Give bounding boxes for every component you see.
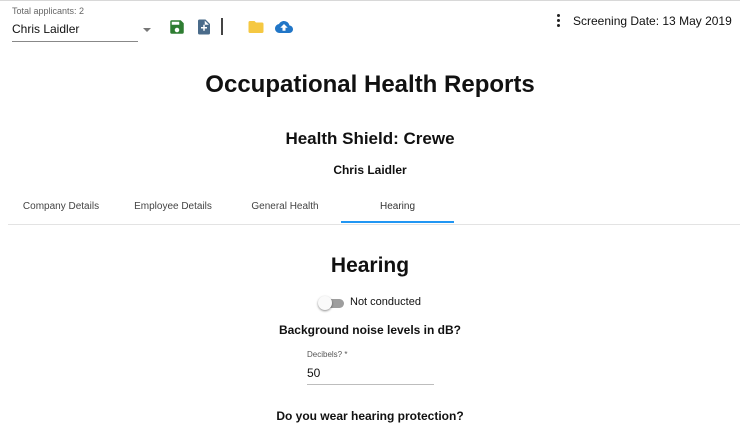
- toggle-thumb: [318, 296, 332, 310]
- tab-company-details[interactable]: Company Details: [8, 191, 114, 223]
- decibels-underline: [307, 384, 434, 385]
- tab-employee-details[interactable]: Employee Details: [120, 191, 226, 223]
- toggle-label: Not conducted: [350, 296, 421, 308]
- noise-question: Background noise levels in dB?: [278, 323, 462, 337]
- applicant-select[interactable]: Chris Laidler: [12, 19, 151, 42]
- page-title: Occupational Health Reports: [205, 71, 535, 98]
- person-name: Chris Laidler: [333, 163, 407, 177]
- folder-icon[interactable]: [247, 18, 265, 36]
- chevron-down-icon: [143, 28, 151, 32]
- more-vert-icon[interactable]: [555, 14, 561, 30]
- top-border: [0, 0, 740, 1]
- cloud-upload-icon[interactable]: [275, 18, 293, 36]
- screening-date: Screening Date: 13 May 2019: [573, 14, 732, 28]
- decibels-field[interactable]: Decibels? * 50: [307, 350, 434, 385]
- decibels-input[interactable]: 50: [307, 366, 434, 382]
- not-conducted-toggle[interactable]: [318, 296, 346, 310]
- add-document-icon[interactable]: [195, 18, 213, 36]
- active-tab-indicator: [341, 221, 454, 223]
- section-title: Hearing: [330, 254, 410, 277]
- toolbar-divider: [221, 18, 223, 35]
- decibels-label: Decibels? *: [307, 350, 348, 359]
- applicant-select-value: Chris Laidler: [12, 22, 80, 36]
- protection-question: Do you wear hearing protection?: [276, 409, 464, 423]
- tab-hearing[interactable]: Hearing: [341, 191, 454, 223]
- save-icon[interactable]: [168, 18, 186, 36]
- tab-general-health[interactable]: General Health: [232, 191, 338, 223]
- applicant-selector: Total applicants: 2 Chris Laidler: [12, 6, 152, 42]
- applicant-count-label: Total applicants: 2: [12, 6, 85, 16]
- tab-bar: Company Details Employee Details General…: [0, 191, 740, 225]
- company-title: Health Shield: Crewe: [285, 129, 455, 148]
- tab-divider: [8, 224, 740, 225]
